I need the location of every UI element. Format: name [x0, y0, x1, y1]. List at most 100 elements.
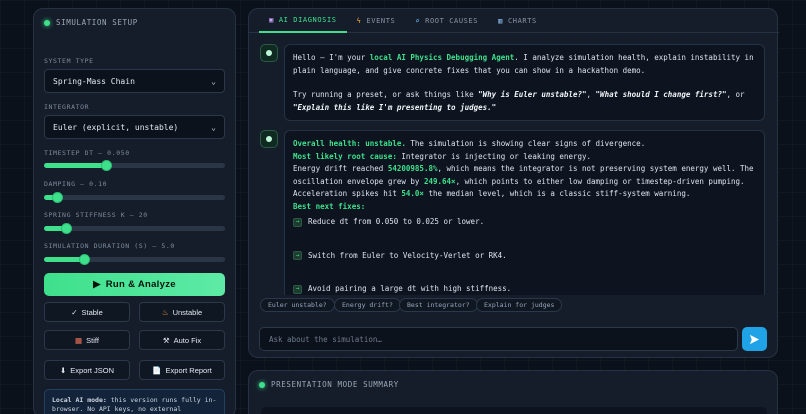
tab-charts[interactable]: ▥ CHARTS — [488, 9, 547, 33]
system-type-label: SYSTEM TYPE — [44, 57, 94, 65]
slider-fill — [44, 257, 84, 262]
example-question: "What should I change first?" — [595, 90, 727, 99]
simulation-setup-panel: SIMULATION SETUP SYSTEM TYPE Spring-Mass… — [33, 8, 236, 414]
robot-icon: ▣ — [269, 15, 274, 24]
cause-label: Most likely root cause: — [293, 151, 397, 161]
intro-text: Hello — I'm your — [293, 53, 370, 62]
drift-paragraph: Energy drift reached 54200985.8%, which … — [293, 163, 756, 201]
agent-avatar — [260, 44, 278, 62]
setup-header: SIMULATION SETUP — [44, 18, 225, 27]
drift-text: the median level, which is a classic sti… — [423, 189, 691, 198]
download-icon: ⬇ — [59, 365, 67, 375]
summary-content — [261, 407, 767, 414]
fix-text: Avoid pairing a large dt with high stiff… — [308, 284, 512, 293]
example-question: "Explain this like I'm presenting to jud… — [293, 102, 497, 112]
health-label: Overall health: unstable. — [293, 139, 406, 148]
intro-text: Try running a preset, or ask things like — [293, 90, 479, 99]
document-icon: 📄 — [152, 365, 162, 375]
cause-text: Integrator is injecting or leaking energ… — [396, 151, 592, 161]
brick-icon: ▦ — [75, 335, 83, 345]
slider-fill — [44, 163, 106, 168]
stable-preset-button[interactable]: ✓ Stable — [44, 302, 130, 322]
flame-icon: ♨ — [161, 307, 169, 317]
status-dot-icon — [44, 19, 50, 26]
send-button[interactable] — [742, 327, 767, 351]
chip-explain-judges[interactable]: Explain for judges — [476, 298, 563, 312]
tab-label: AI DIAGNOSIS — [278, 15, 337, 24]
tab-label: ROOT CAUSES — [425, 16, 479, 25]
health-text: The simulation is showing clear signs of… — [405, 139, 646, 148]
duration-label: SIMULATION DURATION (S) — 5.0 — [44, 242, 175, 250]
presentation-summary-panel: PRESENTATION MODE SUMMARY — [248, 370, 778, 414]
auto-fix-button[interactable]: ⚒ Auto Fix — [139, 330, 225, 350]
cause-line: Most likely root cause: Integrator is in… — [293, 151, 756, 164]
ask-input[interactable]: Ask about the simulation… — [259, 327, 738, 351]
unstable-label: Unstable — [172, 307, 203, 317]
stiffness-slider[interactable] — [44, 223, 225, 234]
magnifier-icon: ⌕ — [415, 16, 421, 25]
damping-label: DAMPING — 0.10 — [44, 180, 108, 188]
play-icon: ▶ — [93, 279, 101, 290]
run-label: Run & Analyze — [105, 279, 176, 290]
integrator-label: INTEGRATOR — [44, 103, 90, 111]
export-report-button[interactable]: 📄 Export Report — [139, 360, 225, 380]
wrench-icon: ⚒ — [162, 335, 170, 345]
chevron-down-icon: ⌄ — [211, 122, 216, 132]
stiff-preset-button[interactable]: ▦ Stiff — [44, 330, 130, 350]
chip-euler-unstable[interactable]: Euler unstable? — [260, 298, 335, 312]
slider-thumb[interactable] — [78, 254, 90, 265]
run-analyze-button[interactable]: ▶ Run & Analyze — [44, 273, 225, 296]
arrow-icon: → — [293, 284, 302, 294]
chevron-down-icon: ⌄ — [211, 76, 216, 86]
acceleration-spike-value: 54.0× — [401, 189, 424, 198]
energy-drift-value: 54200985.8% — [387, 164, 438, 173]
diagnosis-message: Overall health: unstable. The simulation… — [284, 130, 765, 295]
summary-header: PRESENTATION MODE SUMMARY — [259, 380, 777, 389]
unstable-preset-button[interactable]: ♨ Unstable — [139, 302, 225, 322]
export-json-label: Export JSON — [70, 365, 115, 375]
duration-slider[interactable] — [44, 254, 225, 265]
intro-paragraph-1: Hello — I'm your local AI Physics Debugg… — [293, 52, 756, 77]
fix-item: → Avoid pairing a large dt with high stif… — [293, 283, 756, 295]
fix-text: Switch from Euler to Velocity-Verlet or … — [308, 250, 507, 260]
export-json-button[interactable]: ⬇ Export JSON — [44, 360, 130, 380]
timestep-label: TIMESTEP DT — 0.050 — [44, 149, 130, 157]
stiff-label: Stiff — [86, 335, 99, 345]
local-ai-note: Local AI mode: this version runs fully i… — [44, 389, 225, 414]
damping-slider[interactable] — [44, 192, 225, 203]
send-icon — [749, 334, 760, 344]
example-question: "Why is Euler unstable?" — [478, 90, 587, 99]
status-dot-icon — [259, 381, 265, 388]
slider-thumb[interactable] — [100, 160, 112, 171]
note-bold: Local AI mode: — [52, 396, 107, 404]
summary-title: PRESENTATION MODE SUMMARY — [271, 380, 399, 389]
system-type-select[interactable]: Spring-Mass Chain ⌄ — [44, 69, 225, 93]
autofix-label: Auto Fix — [173, 335, 202, 345]
tab-label: EVENTS — [366, 16, 396, 25]
chip-best-integrator[interactable]: Best integrator? — [399, 298, 478, 312]
tab-root-causes[interactable]: ⌕ ROOT CAUSES — [405, 9, 488, 33]
slider-thumb[interactable] — [51, 192, 63, 203]
bolt-icon: ϟ — [356, 16, 362, 25]
export-report-label: Export Report — [165, 365, 212, 375]
tab-bar: ▣ AI DIAGNOSIS ϟ EVENTS ⌕ ROOT CAUSES ▥ … — [249, 9, 779, 33]
agent-dot-icon — [266, 136, 272, 142]
fix-item: → Switch from Euler to Velocity-Verlet or… — [293, 250, 756, 263]
intro-text: , — [586, 90, 596, 99]
tab-ai-diagnosis[interactable]: ▣ AI DIAGNOSIS — [259, 9, 347, 33]
arrow-icon: → — [293, 217, 302, 227]
fixes-label: Best next fixes: — [293, 201, 366, 211]
tab-events[interactable]: ϟ EVENTS — [347, 9, 406, 33]
agent-dot-icon — [266, 50, 272, 56]
slider-thumb[interactable] — [60, 223, 72, 234]
integrator-value: Euler (explicit, unstable) — [53, 122, 179, 132]
drift-text: Energy drift reached — [293, 164, 388, 173]
integrator-select[interactable]: Euler (explicit, unstable) ⌄ — [44, 115, 225, 139]
agent-avatar — [260, 130, 278, 148]
chip-energy-drift[interactable]: Energy drift? — [334, 298, 401, 312]
intro-highlight: local AI Physics Debugging Agent — [369, 53, 515, 62]
fix-item: → Reduce dt from 0.050 to 0.025 or lower. — [293, 216, 756, 229]
chart-icon: ▥ — [498, 16, 503, 25]
timestep-slider[interactable] — [44, 160, 225, 171]
intro-paragraph-2: Try running a preset, or ask things like… — [293, 89, 756, 114]
